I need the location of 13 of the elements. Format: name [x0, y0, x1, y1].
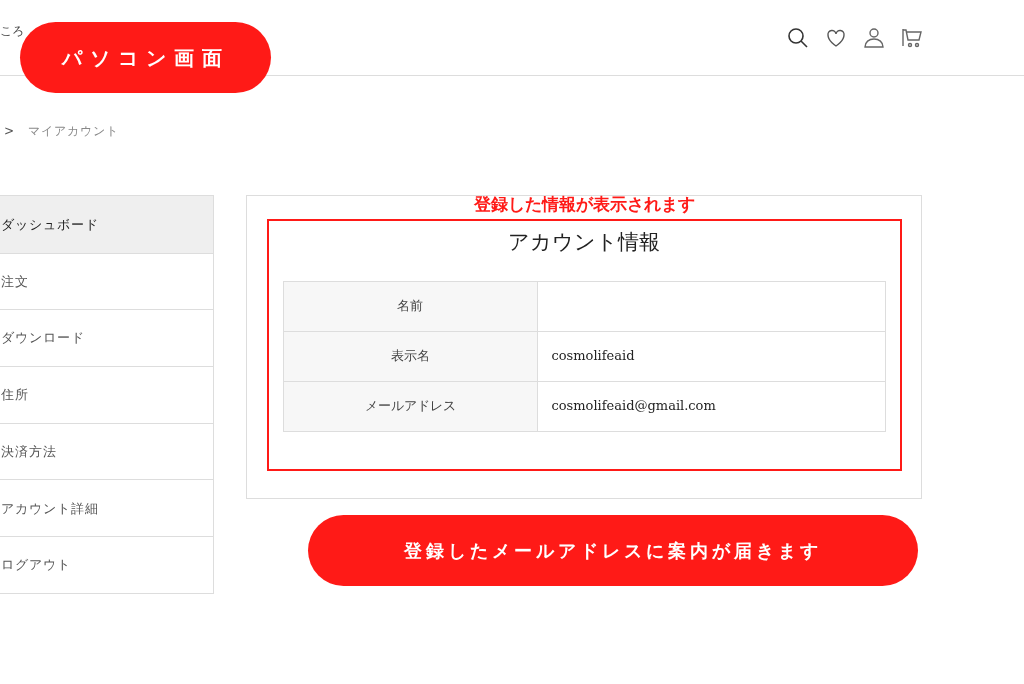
annotation-text: 登録した情報が表示されます	[473, 193, 695, 216]
table-cell: cosmolifeaid	[537, 331, 885, 381]
breadcrumb-separator: >	[4, 123, 15, 140]
search-icon[interactable]	[786, 25, 810, 50]
table-header-cell: メールアドレス	[283, 381, 537, 431]
table-cell: cosmolifeaid@gmail.com	[537, 381, 885, 431]
panel-title: アカウント情報	[508, 229, 660, 256]
breadcrumb-current: マイアカウント	[28, 123, 120, 140]
table-header-cell: 名前	[283, 281, 537, 331]
sidebar-item[interactable]: ダッシュボード	[0, 196, 213, 253]
table-header-cell: 表示名	[283, 331, 537, 381]
annotation-badge: 登録したメールアドレスに案内が届きます	[308, 515, 918, 586]
user-icon[interactable]	[862, 25, 886, 50]
